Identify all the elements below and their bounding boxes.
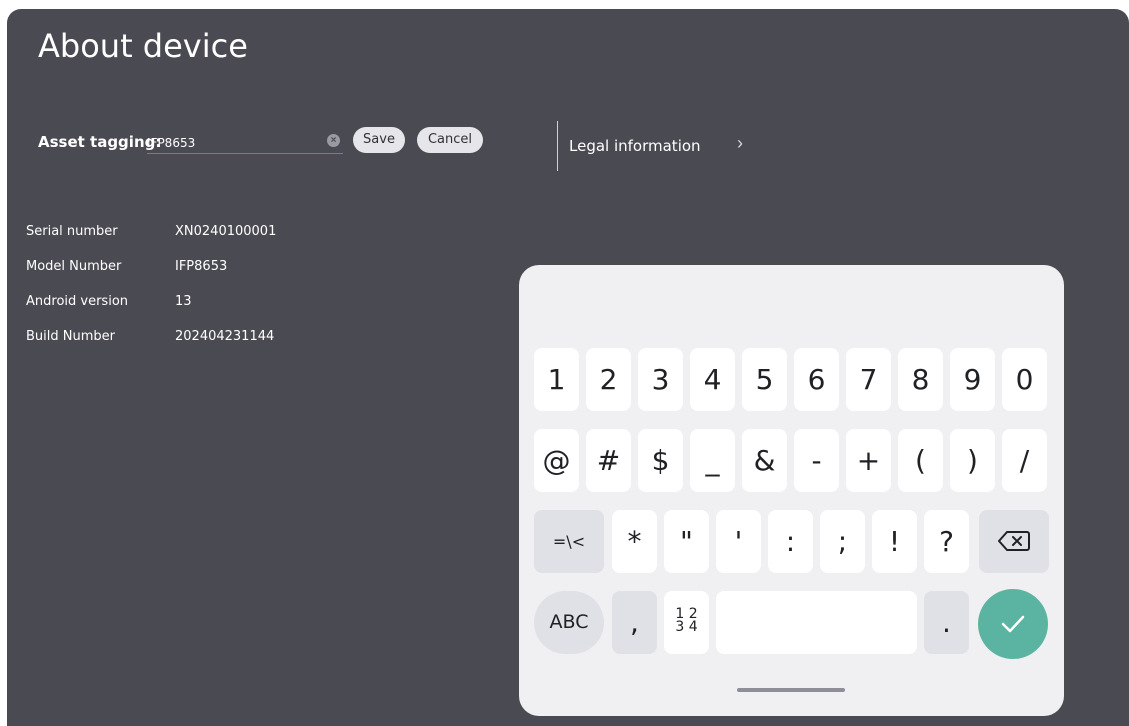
key-1[interactable]: 1: [534, 348, 579, 411]
cancel-button[interactable]: Cancel: [417, 127, 483, 153]
save-button[interactable]: Save: [353, 127, 405, 153]
key-ampersand[interactable]: &: [742, 429, 787, 492]
key-dollar[interactable]: $: [638, 429, 683, 492]
key-6[interactable]: 6: [794, 348, 839, 411]
key-open-paren[interactable]: (: [898, 429, 943, 492]
key-colon[interactable]: :: [768, 510, 813, 573]
backspace-icon: [998, 531, 1030, 551]
backspace-key[interactable]: [979, 510, 1049, 573]
key-3[interactable]: 3: [638, 348, 683, 411]
key-comma[interactable]: ,: [612, 591, 657, 654]
keyboard-handle: [737, 688, 845, 692]
key-7[interactable]: 7: [846, 348, 891, 411]
symbols-toggle-key[interactable]: =\<: [534, 510, 604, 573]
on-screen-keyboard: 1 2 3 4 5 6 7 8 9 0 @ # $ _ & - + ( ) / …: [519, 265, 1064, 716]
numpad-toggle-key[interactable]: 1 2 3 4: [664, 591, 709, 654]
vertical-divider: [557, 121, 558, 171]
android-version-value: 13: [175, 294, 192, 309]
numpad-toggle-bottom: 3 4: [675, 619, 698, 635]
asset-tagging-input[interactable]: IFP8653: [147, 133, 343, 154]
key-question[interactable]: ?: [924, 510, 969, 573]
key-underscore[interactable]: _: [690, 429, 735, 492]
key-semicolon[interactable]: ;: [820, 510, 865, 573]
model-number-label: Model Number: [26, 259, 122, 274]
key-8[interactable]: 8: [898, 348, 943, 411]
serial-number-value: XN0240100001: [175, 224, 277, 239]
enter-key[interactable]: [978, 589, 1048, 659]
key-9[interactable]: 9: [950, 348, 995, 411]
legal-information-link[interactable]: Legal information: [569, 137, 701, 155]
model-number-value: IFP8653: [175, 259, 228, 274]
build-number-label: Build Number: [26, 329, 115, 344]
key-4[interactable]: 4: [690, 348, 735, 411]
key-plus[interactable]: +: [846, 429, 891, 492]
key-exclamation[interactable]: !: [872, 510, 917, 573]
key-2[interactable]: 2: [586, 348, 631, 411]
key-asterisk[interactable]: *: [612, 510, 657, 573]
abc-key[interactable]: ABC: [534, 591, 604, 654]
key-hash[interactable]: #: [586, 429, 631, 492]
build-number-value: 202404231144: [175, 329, 275, 344]
chevron-right-icon[interactable]: ›: [737, 133, 743, 154]
page-title: About device: [38, 27, 248, 65]
key-slash[interactable]: /: [1002, 429, 1047, 492]
checkmark-icon: [1001, 615, 1025, 633]
clear-icon[interactable]: ×: [327, 134, 340, 147]
key-0[interactable]: 0: [1002, 348, 1047, 411]
space-key[interactable]: [716, 591, 917, 654]
key-single-quote[interactable]: ': [716, 510, 761, 573]
asset-tagging-value: IFP8653: [147, 136, 196, 150]
key-5[interactable]: 5: [742, 348, 787, 411]
key-minus[interactable]: -: [794, 429, 839, 492]
key-period[interactable]: .: [924, 591, 969, 654]
key-double-quote[interactable]: ": [664, 510, 709, 573]
asset-tagging-label: Asset tagging:: [38, 133, 162, 151]
key-at[interactable]: @: [534, 429, 579, 492]
serial-number-label: Serial number: [26, 224, 118, 239]
key-close-paren[interactable]: ): [950, 429, 995, 492]
android-version-label: Android version: [26, 294, 129, 309]
